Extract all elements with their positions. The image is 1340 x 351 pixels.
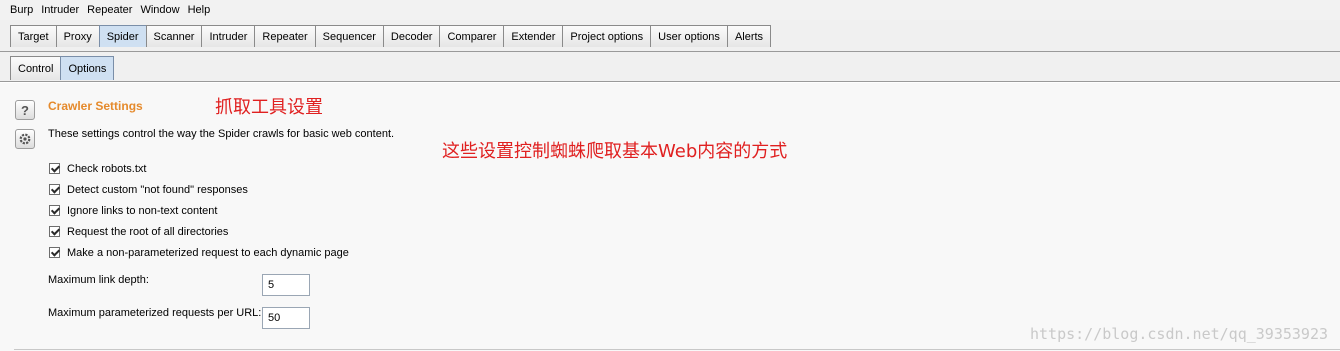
max-param-requests-label: Maximum parameterized requests per URL: bbox=[48, 307, 262, 319]
checkbox-checked[interactable] bbox=[49, 247, 60, 258]
section-description: These settings control the way the Spide… bbox=[48, 128, 395, 140]
checkbox-label: Make a non-parameterized request to each… bbox=[67, 246, 349, 259]
menu-window[interactable]: Window bbox=[136, 4, 183, 16]
checkbox-checked[interactable] bbox=[49, 226, 60, 237]
menu-burp[interactable]: Burp bbox=[6, 4, 37, 16]
checkbox-ignore-non-text-links[interactable]: Ignore links to non-text content bbox=[49, 200, 349, 221]
tab-alerts[interactable]: Alerts bbox=[726, 25, 772, 47]
tab-comparer[interactable]: Comparer bbox=[439, 25, 505, 47]
checkbox-checked[interactable] bbox=[49, 184, 60, 195]
tab-project-options[interactable]: Project options bbox=[562, 25, 652, 47]
menu-help[interactable]: Help bbox=[184, 4, 215, 16]
options-panel: ? Crawler Settings 抓取工具设置 These settings… bbox=[0, 83, 1340, 351]
subtab-control[interactable]: Control bbox=[10, 56, 62, 80]
tab-decoder[interactable]: Decoder bbox=[382, 25, 441, 47]
watermark: https://blog.csdn.net/qq_39353923 bbox=[1029, 325, 1328, 343]
title-annotation: 抓取工具设置 bbox=[215, 97, 323, 118]
tab-proxy[interactable]: Proxy bbox=[55, 25, 100, 47]
menu-intruder[interactable]: Intruder bbox=[37, 4, 83, 16]
checkbox-label: Ignore links to non-text content bbox=[67, 204, 218, 217]
divider bbox=[14, 349, 1340, 350]
checkbox-check-robots[interactable]: Check robots.txt bbox=[49, 158, 349, 179]
max-param-requests-input[interactable] bbox=[262, 307, 310, 329]
menu-repeater[interactable]: Repeater bbox=[83, 4, 136, 16]
help-question-icon[interactable]: ? bbox=[15, 100, 35, 120]
tab-target[interactable]: Target bbox=[10, 25, 57, 47]
max-link-depth-input[interactable] bbox=[262, 274, 310, 296]
checkbox-request-root-dirs[interactable]: Request the root of all directories bbox=[49, 221, 349, 242]
tab-intruder[interactable]: Intruder bbox=[201, 25, 256, 47]
max-link-depth-row: Maximum link depth: bbox=[48, 274, 149, 286]
tab-sequencer[interactable]: Sequencer bbox=[314, 25, 384, 47]
menu-bar: Burp Intruder Repeater Window Help bbox=[0, 0, 1340, 20]
checkbox-label: Detect custom "not found" responses bbox=[67, 183, 248, 196]
tab-user-options[interactable]: User options bbox=[650, 25, 728, 47]
description-annotation: 这些设置控制蜘蛛爬取基本Web内容的方式 bbox=[442, 141, 788, 162]
checkbox-checked[interactable] bbox=[49, 205, 60, 216]
section-title: Crawler Settings bbox=[48, 99, 143, 113]
gear-icon-glyph bbox=[19, 133, 31, 145]
checkbox-non-param-request[interactable]: Make a non-parameterized request to each… bbox=[49, 242, 349, 263]
tab-spider[interactable]: Spider bbox=[98, 25, 147, 47]
max-param-requests-row: Maximum parameterized requests per URL: bbox=[48, 307, 261, 319]
checkbox-label: Request the root of all directories bbox=[67, 225, 229, 238]
tab-repeater[interactable]: Repeater bbox=[254, 25, 316, 47]
tab-scanner[interactable]: Scanner bbox=[145, 25, 203, 47]
checkbox-label: Check robots.txt bbox=[67, 162, 147, 175]
max-link-depth-label: Maximum link depth: bbox=[48, 274, 149, 286]
tab-extender[interactable]: Extender bbox=[503, 25, 564, 47]
crawler-checkbox-list: Check robots.txt Detect custom "not foun… bbox=[49, 158, 349, 263]
gear-icon[interactable] bbox=[15, 129, 35, 149]
main-tab-bar: Target Proxy Spider Scanner Intruder Rep… bbox=[0, 20, 1340, 52]
checkbox-checked[interactable] bbox=[49, 163, 60, 174]
sub-tab-bar: Control Options bbox=[0, 52, 1340, 82]
subtab-options[interactable]: Options bbox=[60, 56, 115, 80]
checkbox-detect-not-found[interactable]: Detect custom "not found" responses bbox=[49, 179, 349, 200]
